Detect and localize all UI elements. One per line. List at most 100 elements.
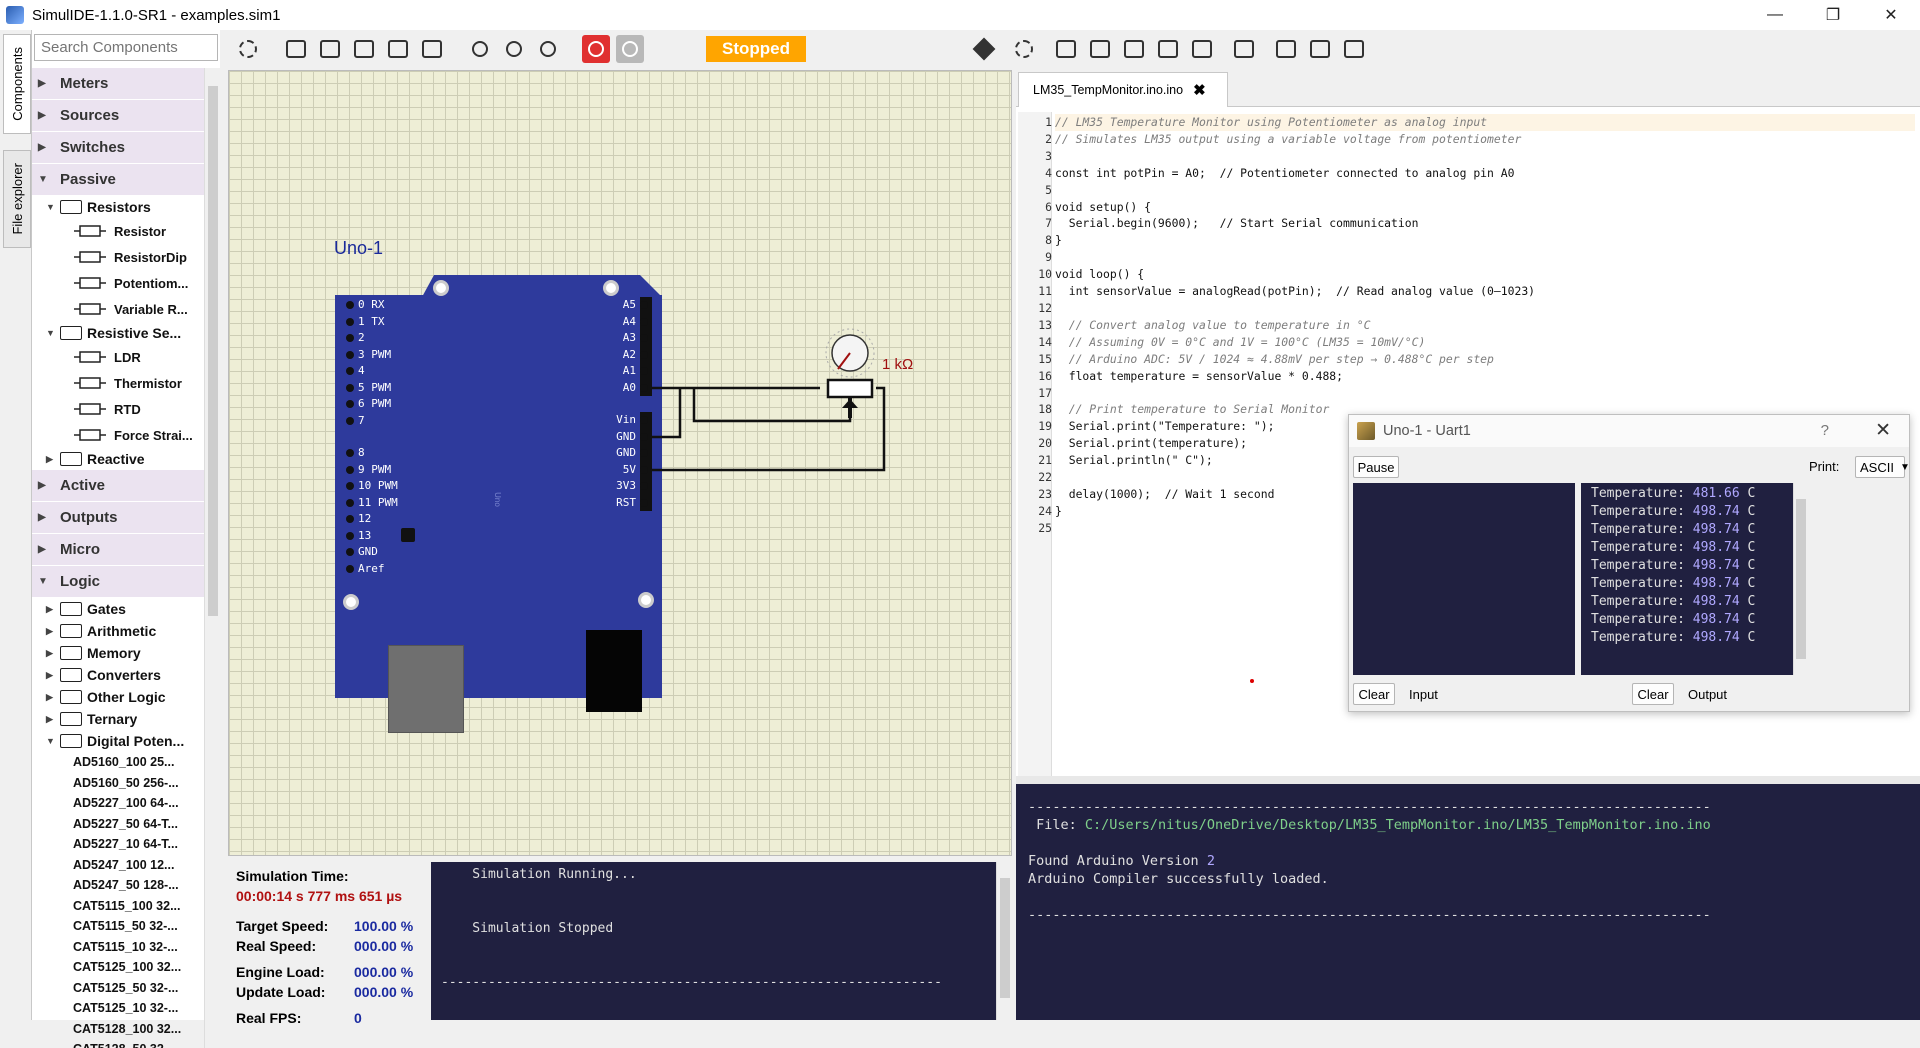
editor-settings-gear-icon[interactable] xyxy=(1010,35,1038,63)
code-line[interactable]: const int potPin = A0; // Potentiometer … xyxy=(1055,165,1915,182)
code-line[interactable]: // Simulates LM35 output using a variabl… xyxy=(1055,131,1915,148)
compiler-found-label: Found Arduino Version xyxy=(1028,853,1207,869)
uart-output-line: Temperature: 498.74 C xyxy=(1591,539,1783,557)
code-line[interactable] xyxy=(1055,300,1915,317)
uart-output-unit: C xyxy=(1747,594,1756,609)
clear-input-button[interactable]: Clear xyxy=(1353,683,1395,705)
code-line[interactable]: Serial.begin(9600); // Start Serial comm… xyxy=(1055,215,1915,232)
print-mode-select[interactable]: ASCII ▼ xyxy=(1855,456,1910,478)
uart-output-unit: C xyxy=(1747,630,1756,645)
tree-chip-item[interactable]: CAT5125_100 32... xyxy=(32,957,204,978)
uart-output-value: 498.74 xyxy=(1692,540,1740,555)
uart-output-prefix: Temperature: xyxy=(1591,540,1685,555)
code-line[interactable]: // LM35 Temperature Monitor using Potent… xyxy=(1055,114,1915,131)
code-line[interactable]: void setup() { xyxy=(1055,199,1915,216)
upload-icon[interactable] xyxy=(1306,35,1334,63)
tree-chip-item[interactable]: CAT5115_50 32-... xyxy=(32,916,204,937)
uart-output-scrollbar[interactable] xyxy=(1793,483,1807,675)
pause-button[interactable]: Pause xyxy=(1353,456,1399,478)
uart-output-unit: C xyxy=(1747,576,1756,591)
print-label: Print: xyxy=(1809,459,1840,474)
compiler-output[interactable]: ----------------------------------------… xyxy=(1016,784,1920,1020)
uart-output-line: Temperature: 498.74 C xyxy=(1591,629,1783,647)
tab-close-icon[interactable]: ✖ xyxy=(1193,81,1206,99)
line-number: 7 xyxy=(1045,216,1052,231)
compiler-file-path: C:/Users/nitus/OneDrive/Desktop/LM35_Tem… xyxy=(1084,817,1711,833)
minimize-button[interactable]: — xyxy=(1746,0,1804,30)
code-line[interactable]: // Convert analog value to temperature i… xyxy=(1055,317,1915,334)
code-line[interactable]: // Arduino ADC: 5V / 1024 ≈ 4.88mV per s… xyxy=(1055,351,1915,368)
sim-log-line: Simulation Stopped xyxy=(441,921,614,936)
code-line[interactable]: } xyxy=(1055,232,1915,249)
sim-log-scroll-thumb[interactable] xyxy=(1000,878,1010,998)
uart-output-area[interactable]: Temperature: 481.66 C Temperature: 498.74… xyxy=(1581,483,1793,675)
tree-chip-item[interactable]: CAT5125_50 32-... xyxy=(32,978,204,999)
close-button[interactable]: ✕ xyxy=(1862,0,1920,30)
update-load-label: Update Load: xyxy=(236,984,326,1000)
line-number: 23 xyxy=(1038,486,1052,501)
tree-chip-item[interactable]: CAT5125_10 32-... xyxy=(32,998,204,1019)
sim-log-line xyxy=(441,938,1002,956)
editor-new-file-icon[interactable] xyxy=(1086,35,1114,63)
editor-new-circuit-icon[interactable] xyxy=(1052,35,1080,63)
code-line[interactable] xyxy=(1055,384,1915,401)
potentiometer[interactable] xyxy=(825,328,875,418)
uart-output-prefix: Temperature: xyxy=(1591,594,1685,609)
uart-output-unit: C xyxy=(1747,558,1756,573)
uart-scroll-thumb[interactable] xyxy=(1796,499,1806,659)
line-numbers: 1 2 3 4 5 6 7 8 9 10 11 12 13 14 15 16 17 18 19 20 21 22 23 24 2… xyxy=(1018,114,1052,537)
code-line[interactable]: int sensorValue = analogRead(potPin); //… xyxy=(1055,283,1915,300)
uart-close-icon[interactable]: ✕ xyxy=(1875,419,1891,442)
uart-output-prefix: Temperature: xyxy=(1591,504,1685,519)
tree-chip-item[interactable]: CAT5128_50 32-... xyxy=(32,1039,204,1048)
line-number: 20 xyxy=(1038,436,1052,451)
editor-open-file-icon[interactable] xyxy=(1120,35,1148,63)
uart-output-value: 498.74 xyxy=(1692,630,1740,645)
target-speed-label: Target Speed: xyxy=(236,918,329,934)
real-speed-value: 000.00 % xyxy=(354,938,414,954)
wires-layer xyxy=(652,328,886,472)
tree-chip-item[interactable]: CAT5115_10 32-... xyxy=(32,937,204,958)
uart-output-unit: C xyxy=(1747,522,1756,537)
uart-input-area[interactable] xyxy=(1353,483,1575,675)
editor-save-as-icon[interactable] xyxy=(1188,35,1216,63)
code-line[interactable] xyxy=(1055,182,1915,199)
editor-save-file-icon[interactable] xyxy=(1154,35,1182,63)
code-line[interactable]: void loop() { xyxy=(1055,266,1915,283)
tree-chip-item[interactable]: CAT5115_100 32... xyxy=(32,896,204,917)
print-mode-value: ASCII xyxy=(1860,459,1894,475)
uart-output-line: Temperature: 498.74 C xyxy=(1591,503,1783,521)
uart-output-value: 498.74 xyxy=(1692,576,1740,591)
line-number: 17 xyxy=(1038,385,1052,400)
debug-icon[interactable] xyxy=(1340,35,1368,63)
window-controls: — ❐ ✕ xyxy=(1746,0,1920,30)
tree-chip-item[interactable]: CAT5128_100 32... xyxy=(32,1019,204,1040)
tab-file[interactable]: LM35_TempMonitor.ino.ino ✖ xyxy=(1018,72,1228,107)
sim-log-scrollbar[interactable] xyxy=(996,862,1012,1020)
uart-app-icon xyxy=(1357,422,1375,440)
clear-output-button[interactable]: Clear xyxy=(1632,683,1674,705)
cursor-marker xyxy=(1250,679,1254,683)
code-line[interactable]: // Assuming 0V = 0°C and 1V = 100°C (LM3… xyxy=(1055,334,1915,351)
code-line[interactable] xyxy=(1055,148,1915,165)
tree-chip-item[interactable]: AD5247_50 128-... xyxy=(32,875,204,896)
maximize-button[interactable]: ❐ xyxy=(1804,0,1862,30)
uart-output-prefix: Temperature: xyxy=(1591,630,1685,645)
compiler-loaded: Arduino Compiler successfully loaded. xyxy=(1028,871,1329,887)
simulation-log[interactable]: Simulation Running... Simulation Stopped… xyxy=(431,862,1012,1020)
find-replace-icon[interactable] xyxy=(1230,35,1258,63)
uart-output-unit: C xyxy=(1747,504,1756,519)
code-line[interactable]: float temperature = sensorValue * 0.488; xyxy=(1055,368,1915,385)
uart-output-line: Temperature: 498.74 C xyxy=(1591,521,1783,539)
editor-splitter[interactable] xyxy=(1016,776,1920,784)
uart-output-line: Temperature: 498.74 C xyxy=(1591,575,1783,593)
engine-load-label: Engine Load: xyxy=(236,964,325,980)
compile-check-icon[interactable] xyxy=(1272,35,1300,63)
update-load-value: 000.00 % xyxy=(354,984,414,1000)
line-number: 6 xyxy=(1045,199,1052,214)
code-line[interactable] xyxy=(1055,249,1915,266)
real-fps-value: 0 xyxy=(354,1010,362,1026)
line-number: 14 xyxy=(1038,334,1052,349)
help-icon[interactable]: ? xyxy=(1821,422,1829,439)
sim-time-label: Simulation Time: xyxy=(236,868,349,884)
